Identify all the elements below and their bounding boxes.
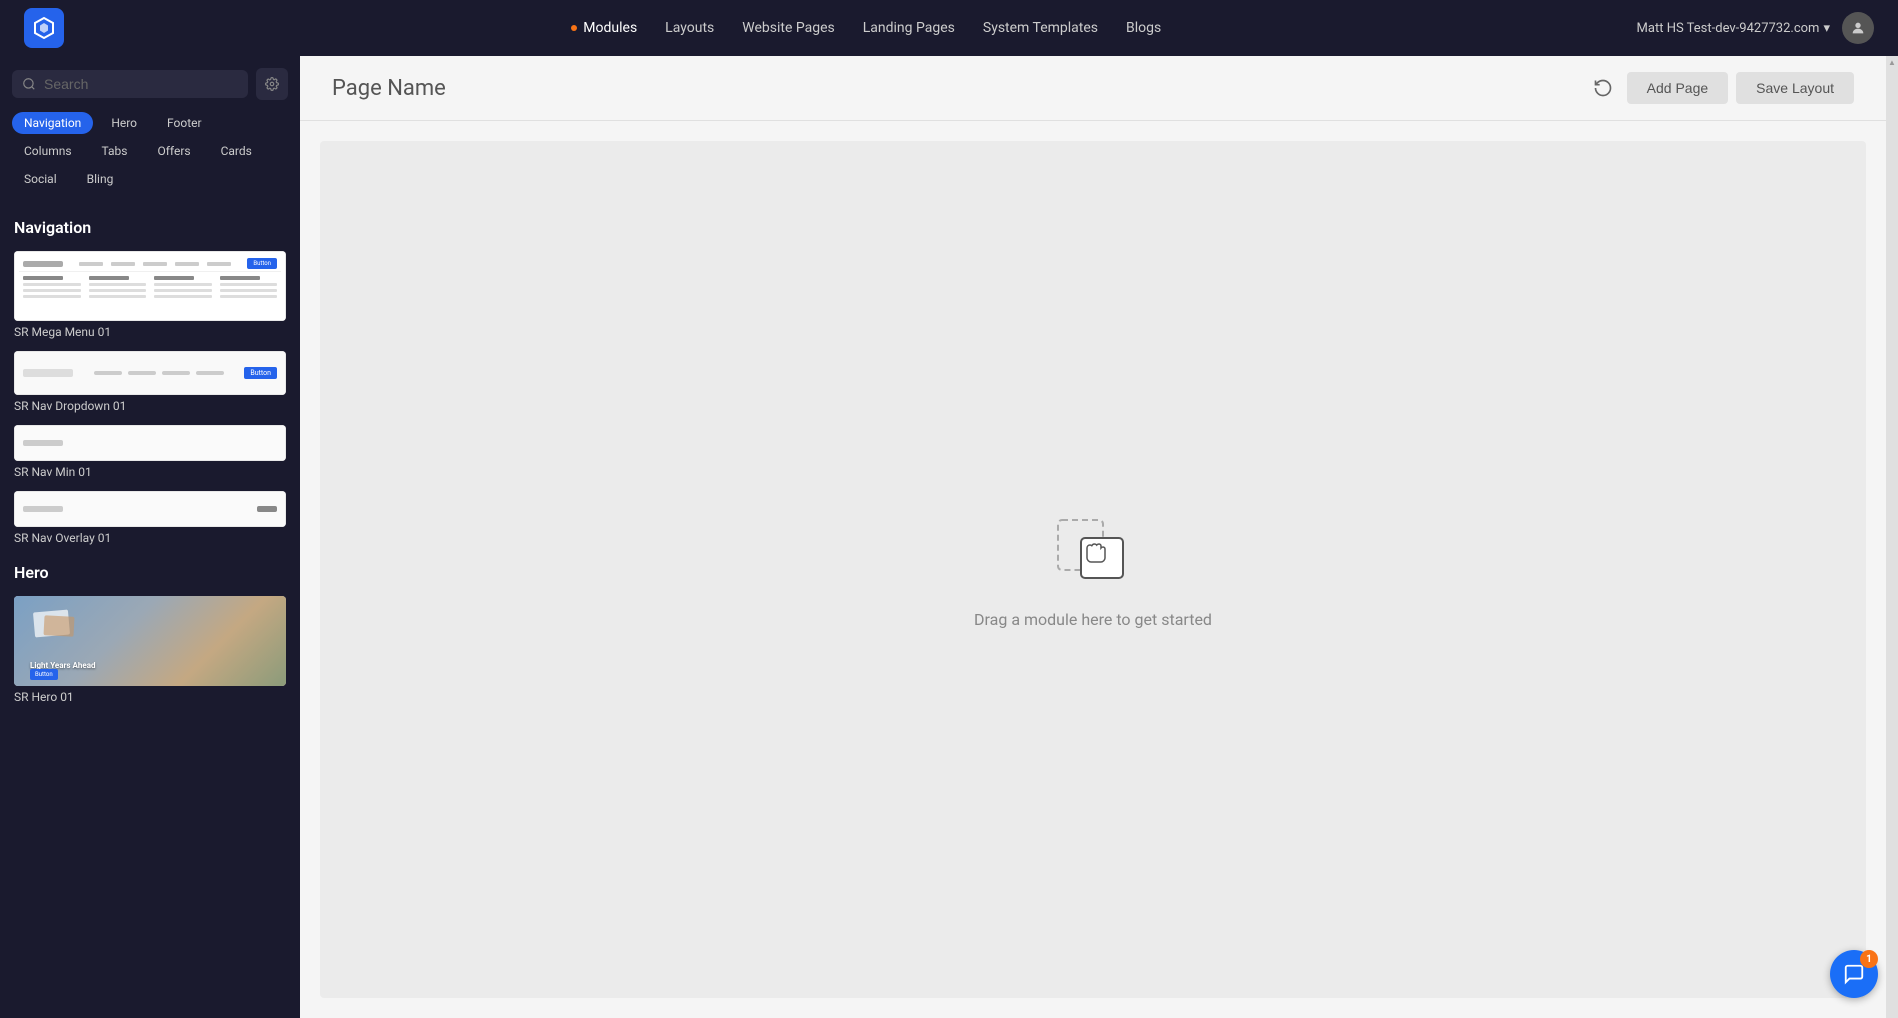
module-preview-hero: Light Years Ahead Button	[14, 596, 286, 686]
gear-icon	[265, 77, 279, 91]
module-sr-hero-01[interactable]: Light Years Ahead Button SR Hero 01	[0, 590, 300, 710]
tag-bling[interactable]: Bling	[75, 168, 126, 190]
scrollbar[interactable]: ▲	[1886, 56, 1898, 1018]
app-logo[interactable]	[24, 8, 64, 48]
navigation-section-label: Navigation	[0, 206, 300, 245]
sidebar: Navigation Hero Footer Columns Tabs Offe…	[0, 56, 300, 1018]
module-preview-mega-menu: Button	[14, 251, 286, 321]
module-name-nav-overlay: SR Nav Overlay 01	[14, 531, 286, 545]
nav-website-pages[interactable]: Website Pages	[742, 20, 834, 36]
active-dot	[571, 25, 577, 31]
module-name-nav-min: SR Nav Min 01	[14, 465, 286, 479]
sidebar-content: Navigation	[0, 198, 300, 1018]
module-sr-nav-dropdown-01[interactable]: Button SR Nav Dropdown 01	[0, 345, 300, 419]
tag-columns[interactable]: Columns	[12, 140, 84, 162]
tag-filters: Navigation Hero Footer Columns Tabs Offe…	[0, 108, 300, 198]
drop-zone-text: Drag a module here to get started	[974, 610, 1212, 629]
nav-layouts[interactable]: Layouts	[665, 20, 714, 36]
search-input[interactable]	[44, 76, 238, 92]
chat-icon	[1843, 963, 1865, 985]
topbar-right: Matt HS Test-dev-9427732.com ▾	[1637, 12, 1874, 44]
content-area: Page Name Add Page Save Layout	[300, 56, 1886, 1018]
module-preview-nav-overlay	[14, 491, 286, 527]
module-sr-mega-menu-01[interactable]: Button	[0, 245, 300, 345]
reset-button[interactable]	[1587, 72, 1619, 104]
settings-button[interactable]	[256, 68, 288, 100]
module-preview-nav-dropdown: Button	[14, 351, 286, 395]
main-layout: Navigation Hero Footer Columns Tabs Offe…	[0, 56, 1898, 1018]
search-icon	[22, 77, 36, 91]
module-preview-nav-min	[14, 425, 286, 461]
nav-blogs[interactable]: Blogs	[1126, 20, 1161, 36]
tag-social[interactable]: Social	[12, 168, 69, 190]
tag-cards[interactable]: Cards	[209, 140, 264, 162]
save-layout-button[interactable]: Save Layout	[1736, 72, 1854, 104]
topbar-nav: Modules Layouts Website Pages Landing Pa…	[96, 20, 1637, 36]
module-name-nav-dropdown: SR Nav Dropdown 01	[14, 399, 286, 413]
user-profile-button[interactable]	[1842, 12, 1874, 44]
nav-landing-pages[interactable]: Landing Pages	[863, 20, 955, 36]
chat-widget-button[interactable]: 1	[1830, 950, 1878, 998]
tag-offers[interactable]: Offers	[146, 140, 203, 162]
module-sr-nav-overlay-01[interactable]: SR Nav Overlay 01	[0, 485, 300, 551]
scroll-up-arrow[interactable]: ▲	[1888, 58, 1896, 67]
drag-icon	[1053, 510, 1133, 590]
nav-modules[interactable]: Modules	[571, 20, 637, 36]
account-selector[interactable]: Matt HS Test-dev-9427732.com ▾	[1637, 21, 1830, 36]
sidebar-search-area	[0, 56, 300, 108]
search-box[interactable]	[12, 70, 248, 98]
module-name-hero: SR Hero 01	[14, 690, 286, 704]
tag-navigation[interactable]: Navigation	[12, 112, 93, 134]
tag-hero[interactable]: Hero	[99, 112, 149, 134]
header-actions: Add Page Save Layout	[1587, 72, 1854, 104]
chat-badge: 1	[1860, 950, 1878, 968]
reset-icon	[1593, 78, 1613, 98]
nav-system-templates[interactable]: System Templates	[983, 20, 1098, 36]
page-title: Page Name	[332, 76, 1587, 101]
module-name-mega-menu: SR Mega Menu 01	[14, 325, 286, 339]
module-sr-nav-min-01[interactable]: SR Nav Min 01	[0, 419, 300, 485]
hero-section-label: Hero	[0, 551, 300, 590]
tag-footer[interactable]: Footer	[155, 112, 214, 134]
drop-zone: Drag a module here to get started	[320, 141, 1866, 998]
tag-tabs[interactable]: Tabs	[90, 140, 140, 162]
drop-zone-inner: Drag a module here to get started	[974, 510, 1212, 629]
content-header: Page Name Add Page Save Layout	[300, 56, 1886, 121]
topbar: Modules Layouts Website Pages Landing Pa…	[0, 0, 1898, 56]
add-page-button[interactable]: Add Page	[1627, 72, 1729, 104]
